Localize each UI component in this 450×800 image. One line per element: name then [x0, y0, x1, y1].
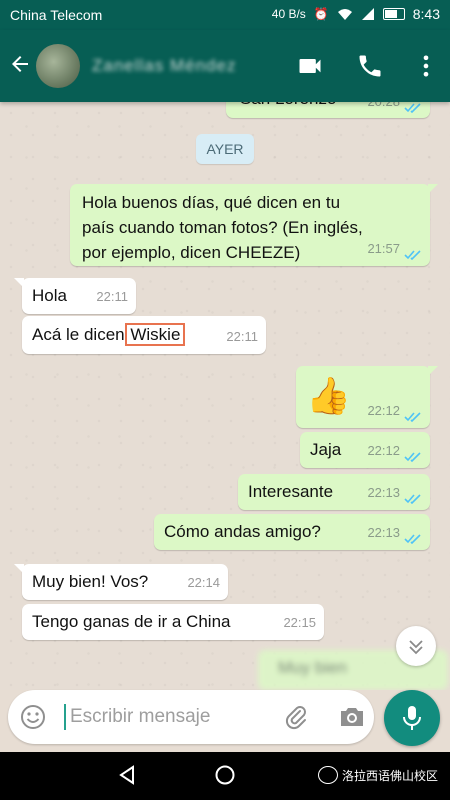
message-text: Tengo ganas de ir a China — [32, 612, 231, 631]
message-bubble-out[interactable]: Cómo andas amigo? 22:13 — [154, 514, 430, 550]
read-ticks-icon — [404, 412, 421, 422]
attach-icon[interactable] — [282, 703, 310, 731]
chat-header: Zanellas Méndez — [0, 30, 450, 102]
chat-area[interactable]: San Lorenzo 20:28 AYER Hola buenos días,… — [0, 102, 450, 690]
mic-button[interactable] — [384, 690, 440, 746]
message-time: 22:13 — [367, 485, 400, 500]
watermark-text: 洛拉西语佛山校区 — [342, 768, 439, 783]
message-time: 22:14 — [187, 575, 220, 590]
chevron-down-icon — [409, 640, 423, 655]
message-time: 20:28 — [367, 102, 400, 114]
system-nav-bar: 洛拉西语佛山校区 — [0, 752, 450, 800]
partial-outgoing-message: San Lorenzo 20:28 — [226, 102, 430, 118]
back-triangle-icon[interactable] — [116, 764, 138, 786]
message-text: Muy bien — [278, 658, 347, 677]
microphone-icon — [403, 706, 421, 730]
watermark: 洛拉西语佛山校区 — [318, 766, 438, 784]
message-time: 21:57 — [367, 241, 400, 256]
message-time: 22:13 — [367, 525, 400, 540]
alarm-icon: ⏰ — [313, 7, 329, 21]
contact-avatar[interactable] — [36, 44, 80, 88]
camera-icon[interactable] — [338, 704, 366, 730]
text-caret — [64, 704, 66, 730]
read-ticks-icon — [404, 103, 421, 113]
status-icons: 40 B/s ⏰ 8:43 — [272, 7, 440, 21]
message-text: Hola — [32, 286, 67, 305]
message-time: 22:12 — [367, 443, 400, 458]
wechat-logo-icon — [318, 766, 338, 784]
message-time: 22:11 — [226, 329, 258, 344]
carrier-label: China Telecom — [10, 7, 103, 23]
read-ticks-icon — [404, 250, 421, 260]
message-bubble-out[interactable]: 👍 22:12 — [296, 366, 438, 428]
message-bubble-out[interactable]: Hola buenos días, qué dicen en tu país c… — [70, 184, 438, 266]
thumbs-up-emoji: 👍 — [306, 375, 351, 416]
message-time: 22:15 — [283, 615, 316, 630]
phone-call-icon[interactable] — [356, 52, 384, 80]
read-ticks-icon — [404, 534, 421, 544]
message-line: Hola buenos días, qué dicen en tu — [82, 193, 341, 212]
home-circle-icon[interactable] — [214, 764, 236, 786]
message-bubble-out[interactable]: Interesante 22:13 — [238, 474, 430, 510]
read-ticks-icon — [404, 494, 421, 504]
message-time: 22:12 — [367, 403, 400, 418]
signal-icon — [361, 8, 374, 20]
message-bubble-in[interactable]: Tengo ganas de ir a China 22:15 — [22, 604, 324, 640]
video-call-icon[interactable] — [296, 52, 324, 80]
date-chip: AYER — [196, 134, 254, 164]
battery-icon — [382, 8, 405, 20]
message-time: 22:11 — [96, 289, 128, 304]
clock: 8:43 — [412, 6, 440, 22]
read-ticks-icon — [404, 452, 421, 462]
message-text: Cómo andas amigo? — [164, 522, 321, 541]
message-bubble-out[interactable]: Jaja 22:12 — [300, 432, 430, 468]
message-text: San Lorenzo — [240, 102, 336, 110]
scroll-to-bottom-button[interactable] — [396, 626, 436, 666]
message-text: Acá le dicen — [32, 325, 125, 344]
status-bar: China Telecom 40 B/s ⏰ 8:43 — [0, 0, 450, 30]
wifi-icon — [337, 9, 352, 20]
back-arrow-icon[interactable] — [8, 52, 32, 76]
contact-name[interactable]: Zanellas Méndez — [92, 56, 236, 76]
emoji-icon[interactable] — [20, 704, 46, 730]
message-text: Interesante — [248, 482, 334, 501]
highlighted-word: Wiskie — [125, 323, 186, 346]
message-text: Muy bien! Vos? — [32, 572, 149, 591]
message-text: Jaja — [310, 440, 342, 459]
network-speed: 40 B/s — [271, 7, 306, 21]
more-options-icon[interactable] — [412, 52, 440, 80]
message-input[interactable]: Escribir mensaje — [70, 706, 210, 728]
message-composer: Escribir mensaje — [8, 690, 374, 744]
message-bubble-in[interactable]: Muy bien! Vos? 22:14 — [14, 564, 228, 600]
message-bubble-in[interactable]: Hola 22:11 — [14, 278, 136, 314]
message-bubble-in[interactable]: Acá le dicen Wiskie 22:11 — [22, 316, 266, 354]
